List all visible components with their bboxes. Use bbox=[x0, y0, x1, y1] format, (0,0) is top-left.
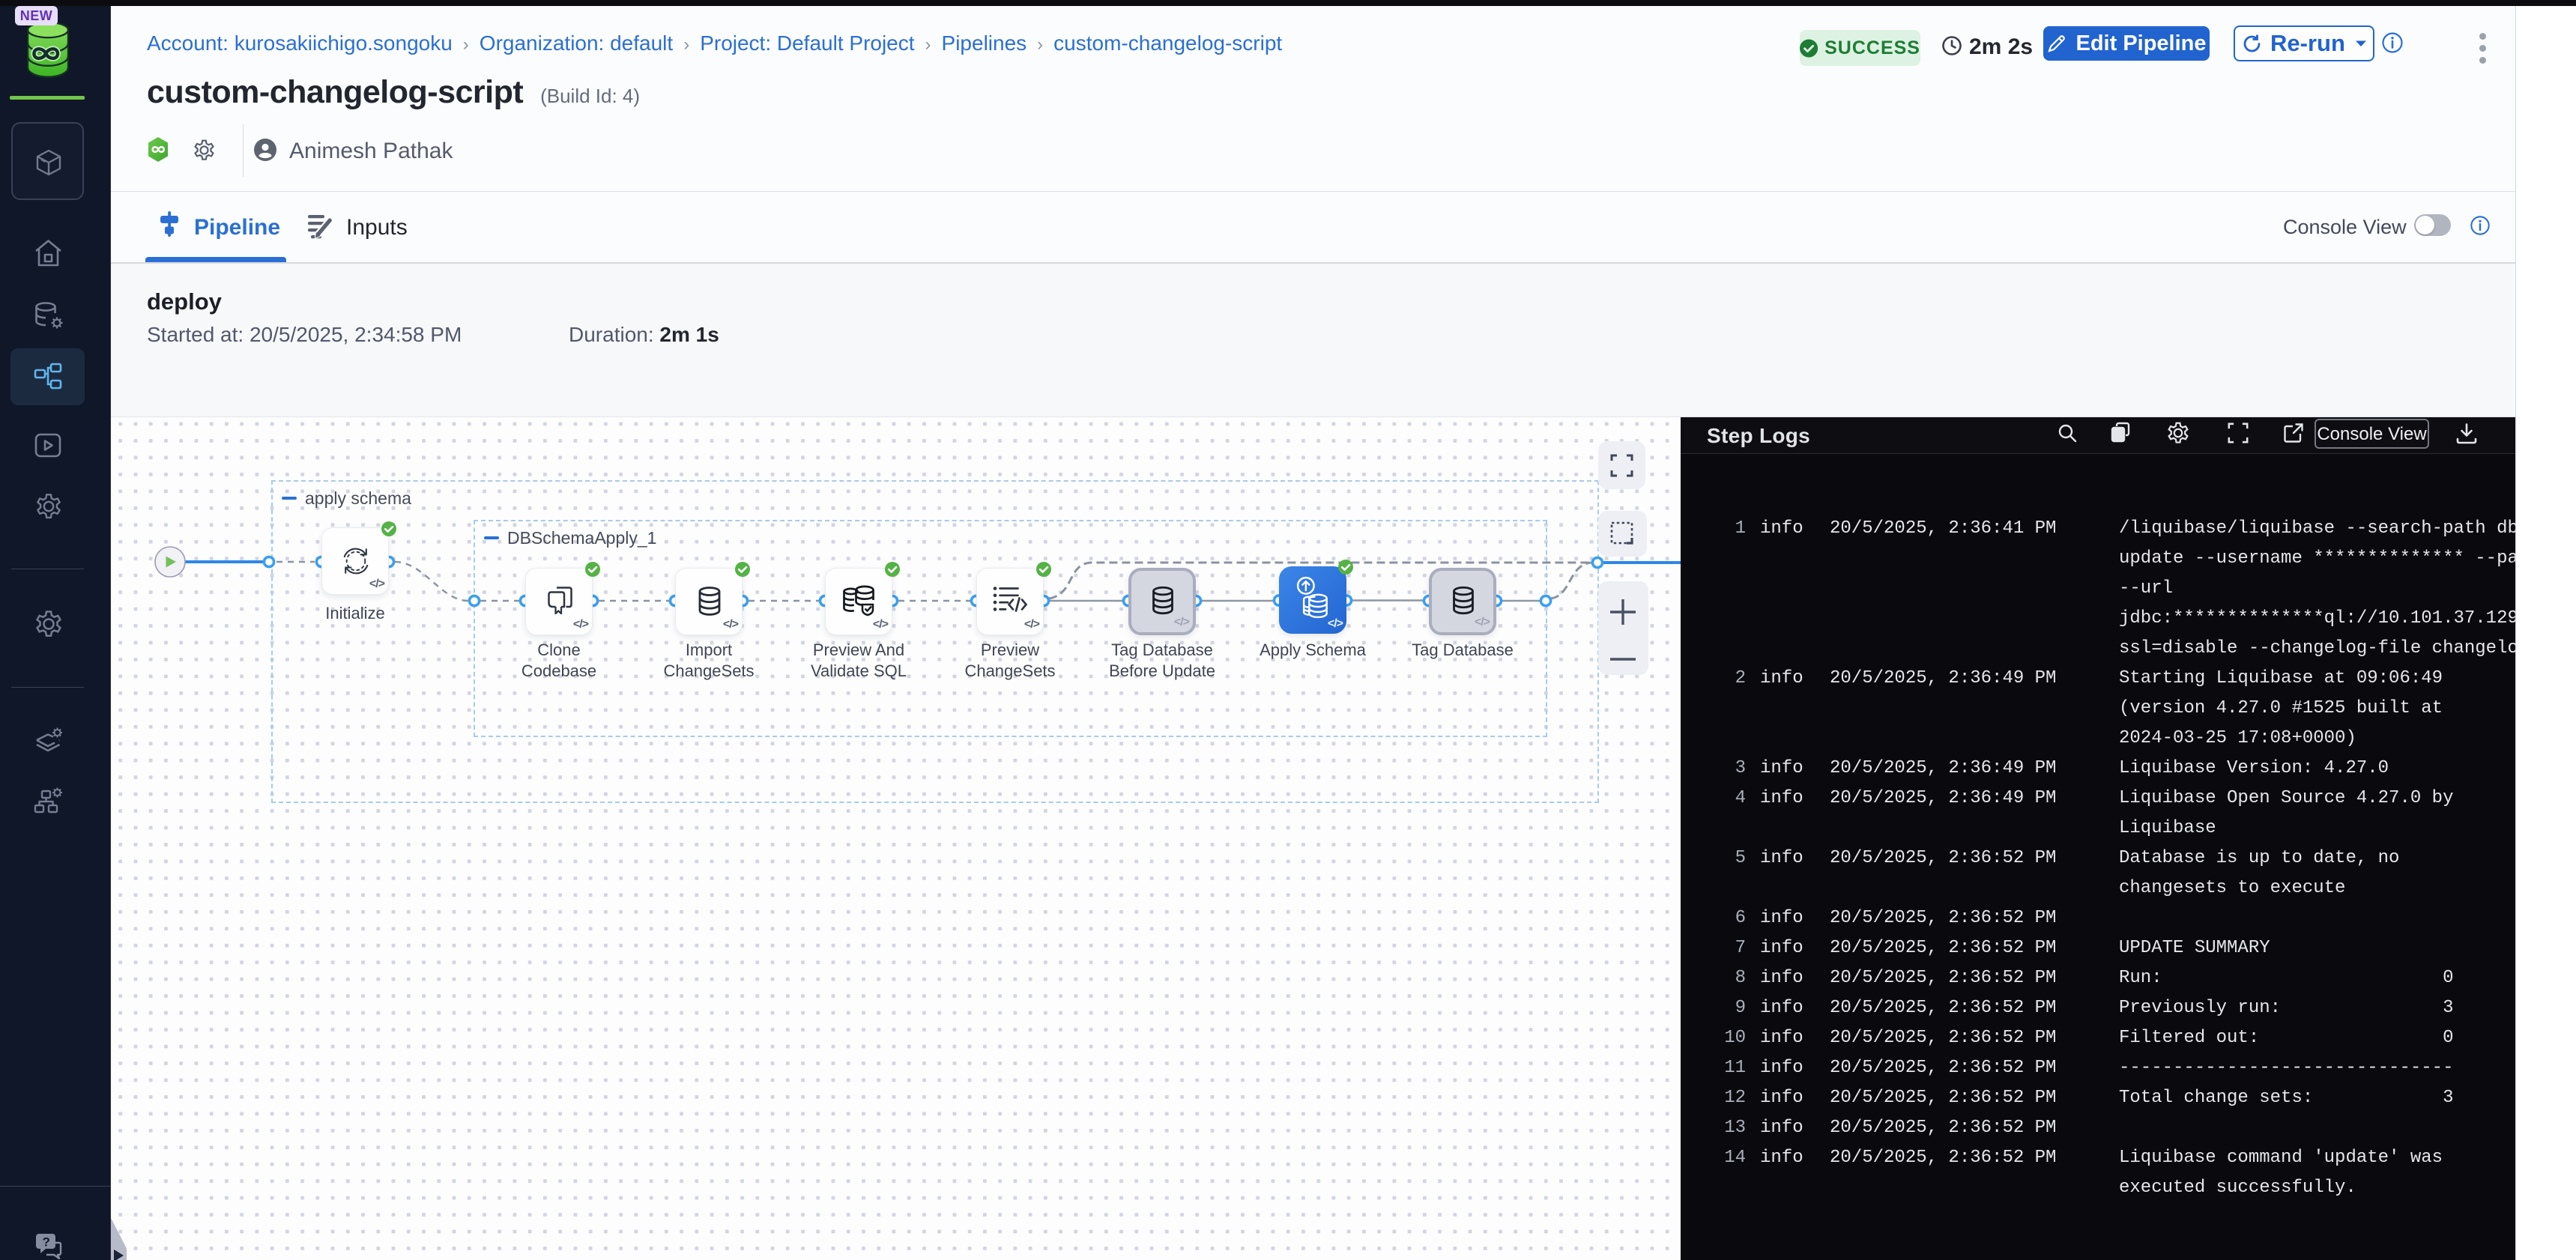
svg-text:?: ? bbox=[43, 1235, 50, 1250]
